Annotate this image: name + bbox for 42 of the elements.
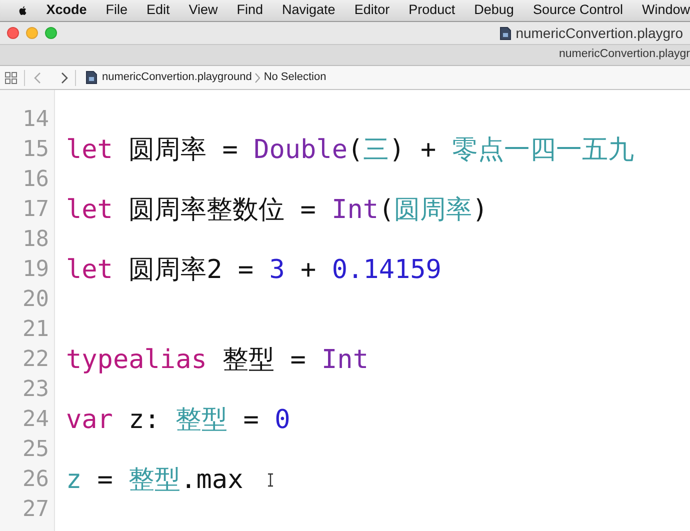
menu-app-name[interactable]: Xcode: [46, 0, 87, 21]
code-line: var z: 整型 = 0: [66, 405, 290, 435]
menu-item[interactable]: File: [106, 0, 128, 21]
minimize-button[interactable]: [26, 27, 38, 39]
menu-item[interactable]: Navigate: [282, 0, 336, 21]
code-line: typealias 整型 = Int: [66, 345, 368, 375]
playground-file-icon: [86, 71, 97, 84]
line-number: 19: [22, 257, 49, 282]
line-number: 21: [22, 317, 49, 342]
menu-item[interactable]: Window: [642, 0, 690, 21]
menu-item[interactable]: Debug: [474, 0, 514, 21]
editor-tab[interactable]: numericConvertion.playgr: [558, 46, 690, 64]
code-line: let 圆周率2 = 3 + 0.14159: [66, 255, 442, 285]
code-line: let 圆周率整数位 = Int(圆周率): [66, 195, 488, 225]
menu-item[interactable]: Edit: [146, 0, 170, 21]
line-number: 18: [22, 227, 49, 252]
line-number: 24: [22, 407, 49, 432]
line-number: 17: [22, 197, 49, 222]
line-number: 14: [22, 107, 49, 132]
line-number: 16: [22, 167, 49, 192]
close-button[interactable]: [7, 27, 19, 39]
menu-item[interactable]: View: [188, 0, 218, 21]
line-number: 23: [22, 377, 49, 402]
code-line: z = 整型.max: [66, 465, 244, 495]
line-number: 27: [22, 497, 49, 522]
code-line: let 圆周率 = Double(三) + 零点一四一五九: [66, 135, 634, 165]
jump-bar-selection[interactable]: No Selection: [264, 69, 326, 86]
menu-item[interactable]: Editor: [354, 0, 390, 21]
menu-item[interactable]: Find: [236, 0, 264, 21]
menu-item[interactable]: Source Control: [532, 0, 623, 21]
zoom-button[interactable]: [45, 27, 57, 39]
chevron-icon: [254, 72, 260, 82]
line-number: 25: [22, 437, 49, 462]
line-number: 15: [22, 137, 49, 162]
menu-item[interactable]: Product: [408, 0, 456, 21]
line-number: 20: [22, 287, 49, 312]
window-title: numericConvertion.playgro: [516, 24, 683, 43]
grid-icon[interactable]: [5, 72, 17, 84]
line-number: 26: [22, 467, 49, 492]
line-number: 22: [22, 347, 49, 372]
playground-file-icon: [500, 26, 511, 40]
jump-bar-file[interactable]: numericConvertion.playground: [102, 69, 252, 86]
